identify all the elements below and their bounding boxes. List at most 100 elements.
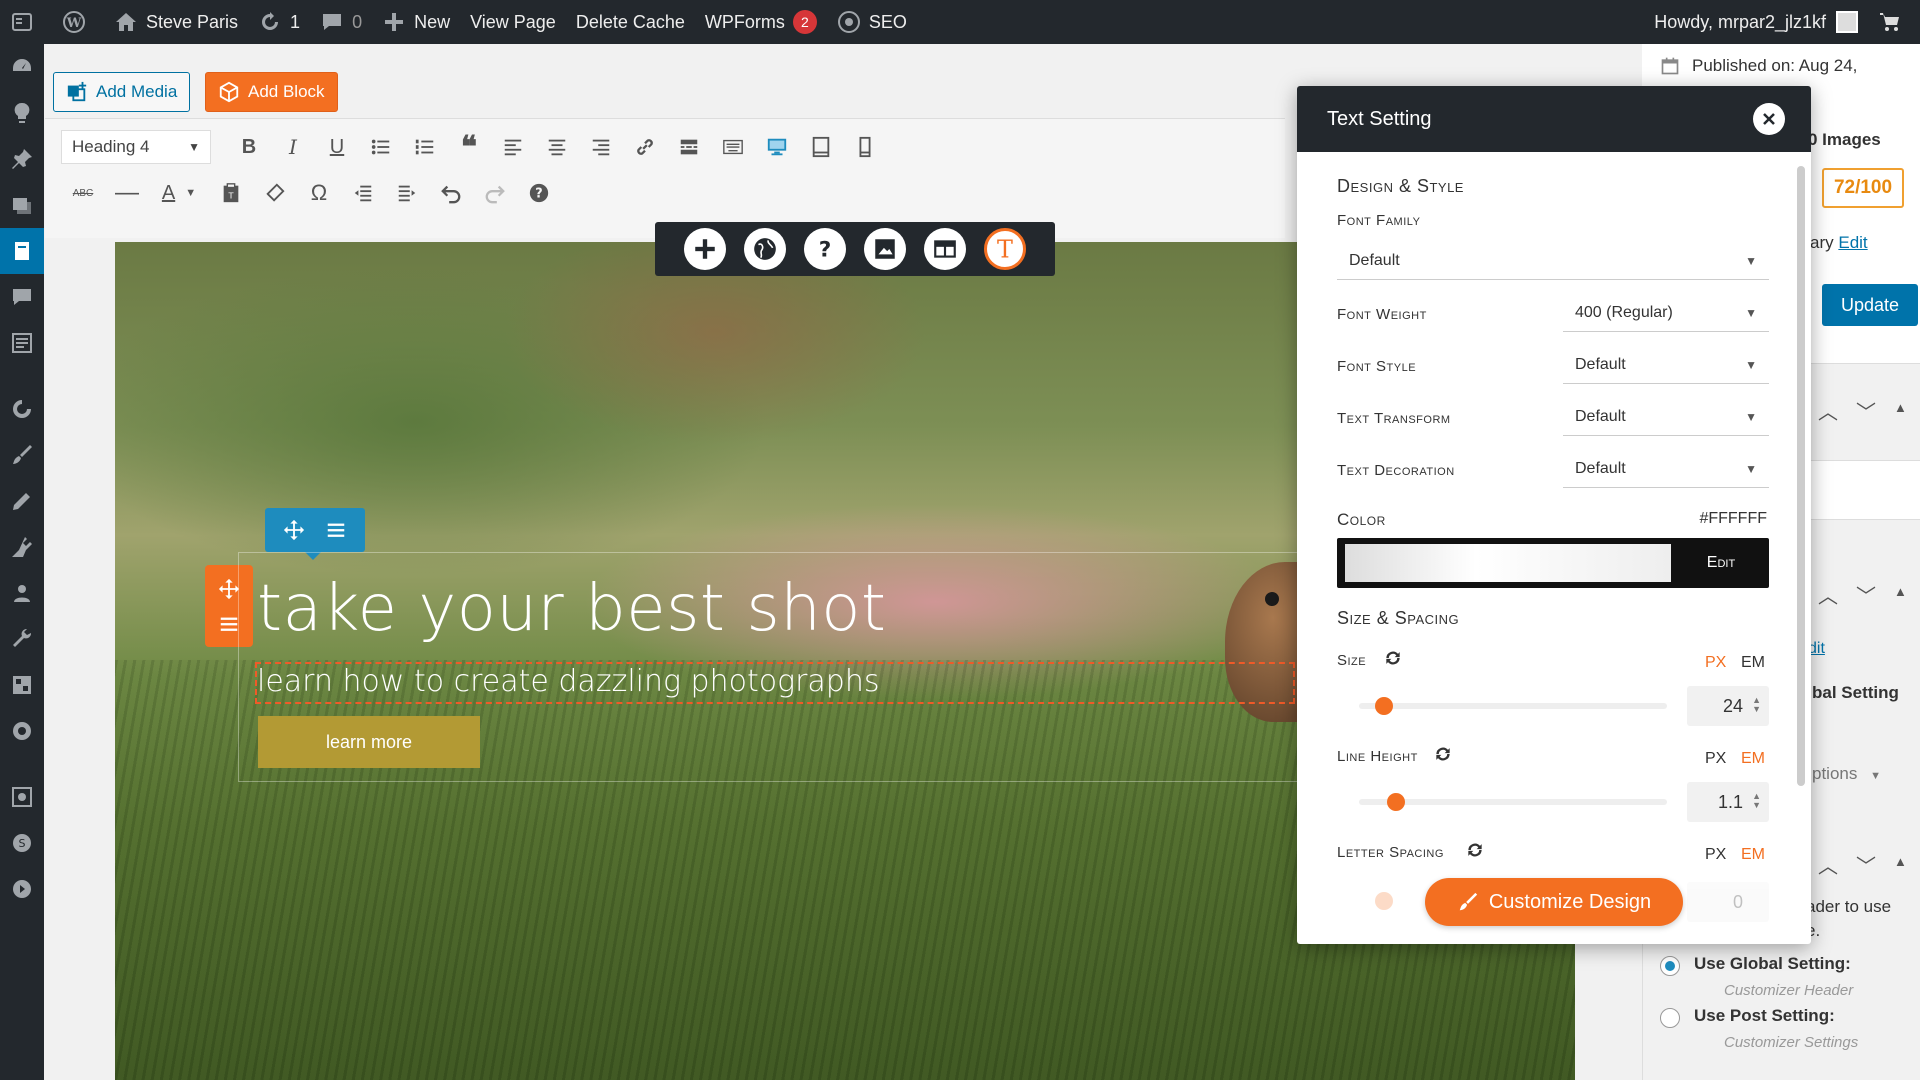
reset-letter-spacing-icon[interactable] xyxy=(1465,840,1485,860)
font-family-select[interactable]: Default ▼ xyxy=(1337,242,1769,280)
link-button[interactable] xyxy=(623,129,667,165)
size-unit-em[interactable]: EM xyxy=(1741,654,1765,672)
reset-size-icon[interactable] xyxy=(1383,648,1403,668)
chevron-down-icon[interactable]: ﹀ xyxy=(1856,850,1876,879)
align-left-button[interactable] xyxy=(491,129,535,165)
hero-title[interactable]: take your best shot xyxy=(257,572,887,646)
spinner-icon[interactable]: ▲ ▼ xyxy=(1752,696,1761,714)
updates-link[interactable]: 1 xyxy=(248,0,310,44)
menu-plugins[interactable] xyxy=(0,478,44,524)
use-global-setting-option[interactable]: Use Global Setting: Customizer Header xyxy=(1660,954,1853,999)
underline-button[interactable]: U xyxy=(315,129,359,165)
color-edit-button[interactable]: Edit xyxy=(1673,538,1769,588)
format-select[interactable]: Heading 4 ▼ xyxy=(61,130,211,164)
seo-link[interactable]: SEO xyxy=(827,0,917,44)
text-color-button[interactable]: A ▼ xyxy=(149,175,209,211)
size-slider-thumb[interactable] xyxy=(1375,697,1393,715)
view-page-link[interactable]: View Page xyxy=(460,0,566,44)
collapse-arrow-icon[interactable]: ▲ xyxy=(1894,854,1907,879)
horizontal-line-button[interactable]: — xyxy=(105,175,149,211)
add-media-button[interactable]: Add Media xyxy=(53,72,191,112)
line-height-unit-em[interactable]: EM xyxy=(1741,750,1765,768)
layout-button[interactable] xyxy=(924,228,966,270)
size-unit-px[interactable]: PX xyxy=(1705,654,1726,672)
use-global-radio[interactable] xyxy=(1660,956,1680,976)
indent-button[interactable] xyxy=(385,175,429,211)
menu-appearance-circle[interactable] xyxy=(0,386,44,432)
chevron-up-icon[interactable]: ︿ xyxy=(1818,580,1838,609)
menu-insights[interactable] xyxy=(0,90,44,136)
menu-gallery[interactable] xyxy=(0,774,44,820)
menu-media[interactable] xyxy=(0,182,44,228)
chevron-down-icon[interactable]: ﹀ xyxy=(1856,396,1876,425)
delete-cache-link[interactable]: Delete Cache xyxy=(566,0,695,44)
options-dropdown[interactable]: ptions ▼ xyxy=(1812,764,1881,784)
hero-subtitle[interactable]: learn how to create dazzling photographs xyxy=(257,664,879,699)
menu-comments[interactable] xyxy=(0,274,44,320)
strikethrough-button[interactable]: ABC xyxy=(61,175,105,211)
menu-plugins-2[interactable] xyxy=(0,524,44,570)
text-decoration-select[interactable]: Default ▼ xyxy=(1563,450,1769,488)
special-character-button[interactable]: Ω xyxy=(297,175,341,211)
collapse-arrow-icon[interactable]: ▲ xyxy=(1894,400,1907,425)
chevron-down-icon[interactable]: ﹀ xyxy=(1856,580,1876,609)
close-button[interactable] xyxy=(1753,103,1785,135)
align-right-button[interactable] xyxy=(579,129,623,165)
tablet-preview-button[interactable] xyxy=(799,129,843,165)
bold-button[interactable]: B xyxy=(227,129,271,165)
update-button[interactable]: Update xyxy=(1822,284,1918,326)
clear-formatting-button[interactable] xyxy=(253,175,297,211)
menu-tools[interactable] xyxy=(0,616,44,662)
size-input[interactable]: 24 ▲ ▼ xyxy=(1687,686,1769,726)
numbered-list-button[interactable] xyxy=(403,129,447,165)
letter-spacing-unit-em[interactable]: EM xyxy=(1741,846,1765,864)
menu-dashboard[interactable] xyxy=(0,44,44,90)
wpforms-link[interactable]: WPForms 2 xyxy=(695,0,827,44)
font-style-select[interactable]: Default ▼ xyxy=(1563,346,1769,384)
line-height-unit-px[interactable]: PX xyxy=(1705,750,1726,768)
menu-pages[interactable] xyxy=(0,228,44,274)
align-center-button[interactable] xyxy=(535,129,579,165)
modal-scrollbar[interactable] xyxy=(1797,166,1805,786)
letter-spacing-input[interactable]: 0 xyxy=(1687,882,1769,922)
color-swatch[interactable] xyxy=(1345,544,1671,582)
help-block-button[interactable]: ? xyxy=(804,228,846,270)
size-slider-track[interactable] xyxy=(1359,703,1667,709)
menu-seo[interactable] xyxy=(0,708,44,754)
wordpress-logo-icon[interactable]: W xyxy=(52,0,104,44)
mobile-preview-button[interactable] xyxy=(843,129,887,165)
line-height-slider-track[interactable] xyxy=(1359,799,1667,805)
new-content-link[interactable]: New xyxy=(372,0,460,44)
use-post-radio[interactable] xyxy=(1660,1008,1680,1028)
line-height-input[interactable]: 1.1 ▲ ▼ xyxy=(1687,782,1769,822)
site-name-link[interactable]: Steve Paris xyxy=(104,0,248,44)
paste-text-button[interactable]: T xyxy=(209,175,253,211)
chevron-up-icon[interactable]: ︿ xyxy=(1818,396,1838,425)
reset-line-height-icon[interactable] xyxy=(1433,744,1453,764)
collapse-arrow-icon[interactable]: ▲ xyxy=(1894,584,1907,609)
menu-users[interactable] xyxy=(0,570,44,616)
desktop-preview-button[interactable] xyxy=(755,129,799,165)
font-weight-select[interactable]: 400 (Regular) ▼ xyxy=(1563,294,1769,332)
comments-link[interactable]: 0 xyxy=(310,0,372,44)
chevron-up-icon[interactable]: ︿ xyxy=(1818,850,1838,879)
text-transform-select[interactable]: Default ▼ xyxy=(1563,398,1769,436)
undo-button[interactable] xyxy=(429,175,473,211)
use-post-setting-option[interactable]: Use Post Setting: Customizer Settings xyxy=(1660,1006,1858,1051)
outdent-button[interactable] xyxy=(341,175,385,211)
learn-more-button[interactable]: learn more xyxy=(258,716,480,768)
add-block-button[interactable]: Add Block xyxy=(205,72,338,112)
menu-posts[interactable] xyxy=(0,136,44,182)
letter-spacing-unit-px[interactable]: PX xyxy=(1705,846,1726,864)
globe-button[interactable] xyxy=(744,228,786,270)
customize-design-button[interactable]: Customize Design xyxy=(1425,878,1683,926)
menu-appearance[interactable] xyxy=(0,432,44,478)
add-section-button[interactable] xyxy=(684,228,726,270)
spinner-icon[interactable]: ▲ ▼ xyxy=(1752,792,1761,810)
background-image-button[interactable] xyxy=(864,228,906,270)
keyboard-button[interactable] xyxy=(711,129,755,165)
bullet-list-button[interactable] xyxy=(359,129,403,165)
line-height-slider-thumb[interactable] xyxy=(1387,793,1405,811)
redo-button[interactable] xyxy=(473,175,517,211)
italic-button[interactable]: I xyxy=(271,129,315,165)
